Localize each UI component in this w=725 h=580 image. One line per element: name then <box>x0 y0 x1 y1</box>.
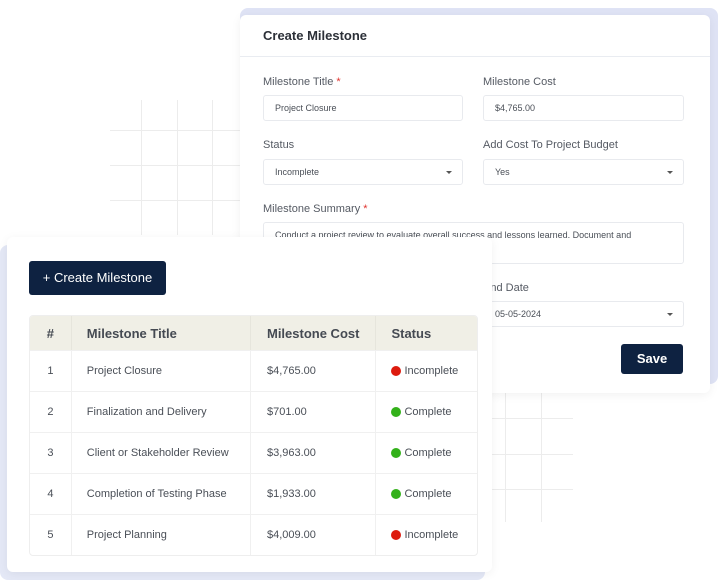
row-cost: $4,765.00 <box>249 351 375 391</box>
row-title: Client or Stakeholder Review <box>70 433 250 473</box>
modal-header: Create Milestone <box>240 15 710 57</box>
row-status: Complete <box>375 392 477 432</box>
create-milestone-button[interactable]: + Create Milestone <box>29 261 166 295</box>
required-marker: * <box>363 203 368 215</box>
row-title: Project Closure <box>70 351 250 391</box>
column-header-cost[interactable]: Milestone Cost <box>249 316 375 350</box>
row-title: Finalization and Delivery <box>70 392 250 432</box>
status-text: Complete <box>404 488 452 500</box>
status-text: Complete <box>404 406 452 418</box>
background-grid-left <box>110 100 250 240</box>
table-row[interactable]: 3 Client or Stakeholder Review $3,963.00… <box>30 432 477 473</box>
chevron-down-icon <box>446 171 452 174</box>
row-status: Complete <box>375 433 477 473</box>
required-marker: * <box>336 76 341 88</box>
row-cost: $701.00 <box>249 392 375 432</box>
table-header-row: # Milestone Title Milestone Cost Status <box>30 316 477 350</box>
save-button[interactable]: Save <box>621 344 683 374</box>
table-row[interactable]: 5 Project Planning $4,009.00 Incomplete <box>30 514 477 555</box>
modal-title: Create Milestone <box>263 28 368 43</box>
row-cost: $1,933.00 <box>249 474 375 514</box>
table-row[interactable]: 1 Project Closure $4,765.00 Incomplete <box>30 350 477 391</box>
status-dot-icon <box>391 366 402 376</box>
milestones-card: + Create Milestone # Milestone Title Mil… <box>7 237 492 572</box>
column-header-status[interactable]: Status <box>375 316 477 350</box>
end-date-value: 05-05-2024 <box>495 309 542 319</box>
row-number: 5 <box>47 529 54 541</box>
add-cost-select-value: Yes <box>495 167 510 177</box>
row-number: 2 <box>47 406 54 418</box>
status-select[interactable]: Incomplete <box>263 159 463 185</box>
chevron-down-icon <box>667 171 673 174</box>
milestone-title-input[interactable]: Project Closure <box>263 95 463 121</box>
status-dot-icon <box>391 489 402 499</box>
milestone-summary-label: Milestone Summary * <box>263 203 367 215</box>
row-status: Complete <box>375 474 477 514</box>
row-cost: $3,963.00 <box>249 433 375 473</box>
chevron-down-icon <box>667 313 673 316</box>
milestone-summary-label-text: Milestone Summary <box>263 203 361 215</box>
status-text: Complete <box>404 447 452 459</box>
row-number: 4 <box>47 488 54 500</box>
milestone-title-label: Milestone Title * <box>263 76 341 88</box>
status-text: Incomplete <box>404 529 459 541</box>
milestone-cost-input[interactable]: $4,765.00 <box>483 95 684 121</box>
table-row[interactable]: 4 Completion of Testing Phase $1,933.00 … <box>30 473 477 514</box>
table-row[interactable]: 2 Finalization and Delivery $701.00 Comp… <box>30 391 477 432</box>
row-number: 3 <box>47 447 54 459</box>
row-title: Completion of Testing Phase <box>70 474 250 514</box>
add-cost-select[interactable]: Yes <box>483 159 684 185</box>
row-status: Incomplete <box>375 351 477 391</box>
status-dot-icon <box>391 407 402 417</box>
background-grid-right <box>490 392 580 524</box>
end-date-picker[interactable]: 05-05-2024 <box>483 301 684 327</box>
row-number: 1 <box>47 365 54 377</box>
row-cost: $4,009.00 <box>249 515 375 555</box>
add-cost-label: Add Cost To Project Budget <box>483 139 618 151</box>
milestone-title-label-text: Milestone Title <box>263 76 334 88</box>
row-title: Project Planning <box>70 515 250 555</box>
column-header-title[interactable]: Milestone Title <box>70 316 250 350</box>
status-select-value: Incomplete <box>275 167 320 177</box>
column-header-number[interactable]: # <box>30 316 71 350</box>
status-dot-icon <box>391 530 402 540</box>
status-text: Incomplete <box>404 365 459 377</box>
milestones-table: # Milestone Title Milestone Cost Status … <box>29 315 478 556</box>
status-label: Status <box>263 139 295 151</box>
row-status: Incomplete <box>375 515 477 555</box>
status-dot-icon <box>391 448 402 458</box>
milestone-cost-label: Milestone Cost <box>483 76 556 88</box>
